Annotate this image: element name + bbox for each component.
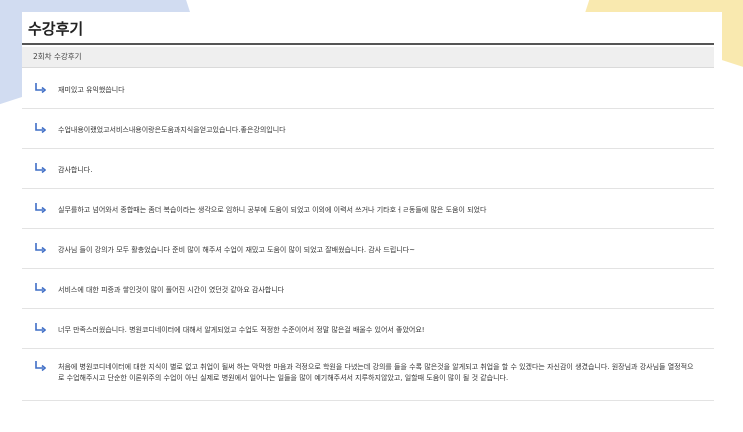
review-panel: 수강후기 2회차 수강후기 재미있고 유익했씁니다수업내용이랬었고서비스내용이랑… bbox=[22, 12, 722, 432]
review-item: 서비스에 대한 피증과 쌓인것이 많이 풀어진 시간이 였던것 같아요 감사합니… bbox=[22, 268, 714, 309]
reply-arrow-icon bbox=[34, 322, 46, 334]
review-text: 강사님 들이 강의가 모두 활충었습니다 준비 많이 해주셔 수업이 재밌고 도… bbox=[58, 246, 416, 254]
review-item: 실무를하고 넘어와서 종합때는 좀더 복습이라는 생각으로 임하니 공부에 도움… bbox=[22, 188, 714, 229]
section-title: 2회차 수강후기 bbox=[33, 52, 82, 61]
section-header: 2회차 수강후기 bbox=[22, 47, 714, 68]
review-text: 너무 만족스러웠습니다. 병원코디네이터에 대해서 알게되었고 수업도 적정한 … bbox=[58, 326, 425, 334]
review-text: 감사합니다. bbox=[58, 166, 93, 174]
review-item: 처음에 병원코디네이터에 대한 지식이 별로 없고 취업이 될써 하는 막막한 … bbox=[22, 348, 714, 401]
review-item: 강사님 들이 강의가 모두 활충었습니다 준비 많이 해주셔 수업이 재밌고 도… bbox=[22, 228, 714, 269]
review-item: 감사합니다. bbox=[22, 148, 714, 189]
review-text: 수업내용이랬었고서비스내용이랑은도움과지식을얻고있습니다.좋은강의입니다 bbox=[58, 126, 286, 134]
reply-arrow-icon bbox=[34, 162, 46, 174]
review-item: 너무 만족스러웠습니다. 병원코디네이터에 대해서 알게되었고 수업도 적정한 … bbox=[22, 308, 714, 349]
review-item: 수업내용이랬었고서비스내용이랑은도움과지식을얻고있습니다.좋은강의입니다 bbox=[22, 108, 714, 149]
page-title: 수강후기 bbox=[28, 20, 84, 38]
title-divider bbox=[22, 43, 714, 45]
review-text: 서비스에 대한 피증과 쌓인것이 많이 풀어진 시간이 였던것 같아요 감사합니… bbox=[58, 286, 285, 294]
review-item: 재미있고 유익했씁니다 bbox=[22, 68, 714, 109]
reply-arrow-icon bbox=[34, 360, 46, 372]
review-text: 처음에 병원코디네이터에 대한 지식이 별로 없고 취업이 될써 하는 막막한 … bbox=[58, 363, 694, 382]
reply-arrow-icon bbox=[34, 242, 46, 254]
reply-arrow-icon bbox=[34, 202, 46, 214]
review-text: 재미있고 유익했씁니다 bbox=[58, 86, 125, 94]
review-text: 실무를하고 넘어와서 종합때는 좀더 복습이라는 생각으로 임하니 공부에 도움… bbox=[58, 206, 487, 214]
reply-arrow-icon bbox=[34, 82, 46, 94]
reply-arrow-icon bbox=[34, 282, 46, 294]
reply-arrow-icon bbox=[34, 122, 46, 134]
